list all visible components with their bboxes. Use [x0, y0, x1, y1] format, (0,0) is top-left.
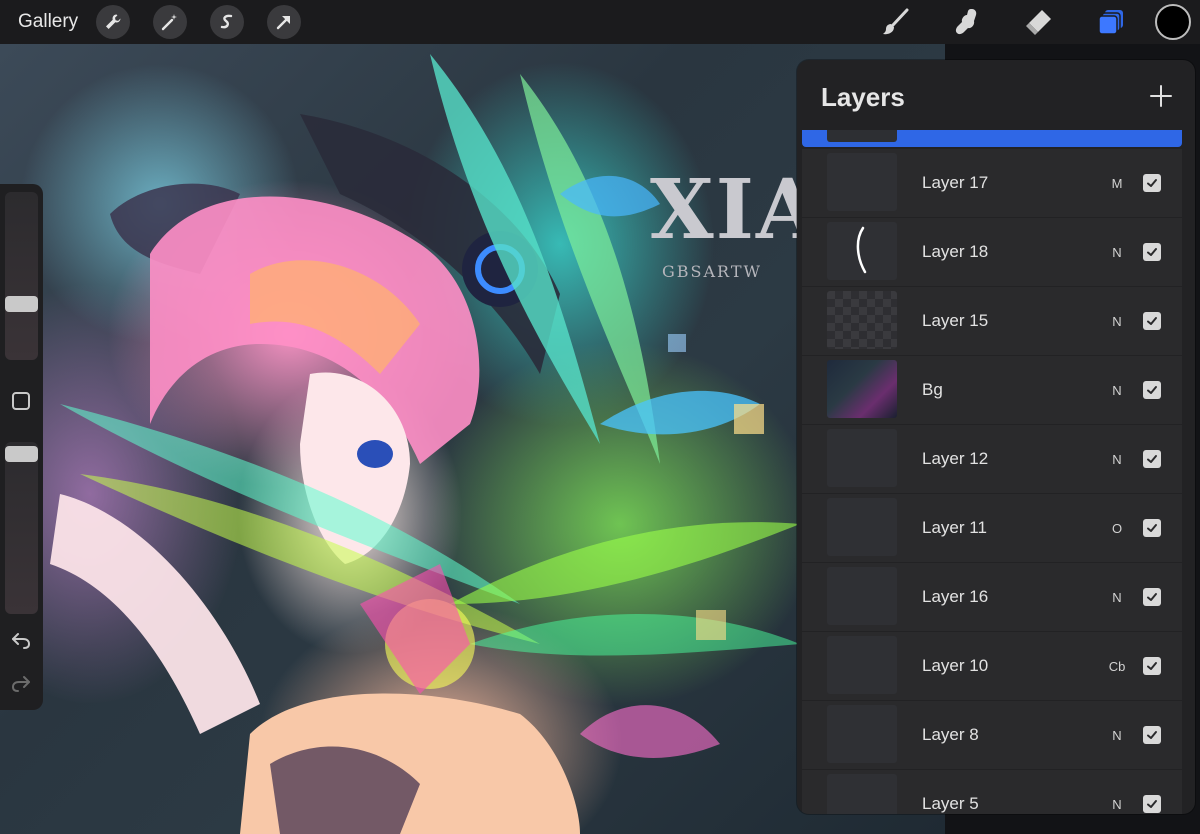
layer-row[interactable]: Layer 11 O [802, 494, 1182, 562]
artwork-watermark: XIA [650, 162, 822, 258]
checkmark-icon [1147, 524, 1157, 532]
actions-wrench-button[interactable] [96, 5, 131, 39]
layer-thumbnail [827, 360, 897, 418]
layer-thumbnail [827, 567, 897, 625]
layer-row[interactable]: Layer 12 N [802, 425, 1182, 493]
layer-blend-mode-button[interactable]: N [1107, 797, 1127, 812]
layer-blend-mode-button[interactable]: Cb [1107, 659, 1127, 674]
checkmark-icon [1147, 386, 1157, 394]
layer-row[interactable]: Layer 15 N [802, 287, 1182, 355]
checkmark-icon [1147, 662, 1157, 670]
layers-icon [1098, 10, 1123, 35]
transform-arrow-icon [276, 16, 291, 30]
checkmark-icon [1147, 593, 1157, 601]
magic-wand-icon [161, 14, 178, 31]
layer-blend-mode-button[interactable]: N [1107, 383, 1127, 398]
layer-name: Layer 10 [922, 656, 989, 675]
color-picker-button[interactable] [1155, 4, 1191, 40]
layer-visibility-checkbox[interactable] [1143, 588, 1161, 606]
left-sidebar [0, 184, 43, 710]
layer-visibility-checkbox[interactable] [1143, 381, 1161, 399]
layer-name: Layer 5 [922, 794, 979, 813]
checkmark-icon [1147, 248, 1157, 256]
brush-button[interactable] [875, 2, 915, 42]
layer-name: Bg [922, 380, 943, 399]
selected-layer-thumbnail [827, 130, 897, 142]
layer-blend-mode-button[interactable]: N [1107, 452, 1127, 467]
brush-size-slider[interactable] [5, 192, 38, 360]
layer-name: Layer 15 [922, 311, 989, 330]
selection-icon [220, 14, 233, 29]
right-tools [875, 0, 1200, 44]
opacity-slider[interactable] [5, 442, 38, 614]
layer-name: Layer 8 [922, 725, 979, 744]
adjustments-button[interactable] [153, 5, 188, 39]
selection-button[interactable] [210, 5, 245, 39]
layer-name: Layer 18 [922, 242, 989, 261]
checkmark-icon [1147, 179, 1157, 187]
layer-thumbnail [827, 705, 897, 763]
layer-blend-mode-button[interactable]: O [1107, 521, 1127, 536]
layer-name: Layer 12 [922, 449, 989, 468]
checkmark-icon [1147, 731, 1157, 739]
modify-button[interactable] [12, 392, 30, 410]
layer-visibility-checkbox[interactable] [1143, 174, 1161, 192]
layers-panel: Layers Layer 17 M Layer 18 N Layer 15 N Bg N Lay… [797, 60, 1195, 814]
layers-title: Layers [821, 82, 905, 112]
layer-visibility-checkbox[interactable] [1143, 726, 1161, 744]
layer-row[interactable]: Bg N [802, 356, 1182, 424]
smudge-button[interactable] [947, 2, 987, 42]
layer-row[interactable]: Layer 17 M [802, 149, 1182, 217]
layer-thumbnail [827, 222, 897, 280]
layer-thumbnail [827, 429, 897, 487]
top-toolbar: Gallery [0, 0, 1200, 44]
brush-size-thumb[interactable] [5, 296, 38, 312]
artwork-watermark-sub: GBSARTW [662, 262, 762, 281]
checkmark-icon [1147, 317, 1157, 325]
layer-visibility-checkbox[interactable] [1143, 795, 1161, 813]
layer-visibility-checkbox[interactable] [1143, 657, 1161, 675]
redo-icon[interactable] [9, 672, 33, 696]
layer-stroke-preview [856, 226, 867, 274]
layer-blend-mode-button[interactable]: N [1107, 590, 1127, 605]
layer-blend-mode-button[interactable]: N [1107, 314, 1127, 329]
layer-visibility-checkbox[interactable] [1143, 450, 1161, 468]
layer-visibility-checkbox[interactable] [1143, 312, 1161, 330]
undo-icon[interactable] [9, 629, 33, 653]
layer-thumbnail [827, 774, 897, 814]
layer-row[interactable]: Layer 8 N [802, 701, 1182, 769]
layer-row[interactable]: Layer 10 Cb [802, 632, 1182, 700]
layer-row[interactable]: Layer 5 N [802, 770, 1182, 814]
brush-icon [883, 8, 909, 35]
layer-visibility-checkbox[interactable] [1143, 519, 1161, 537]
wrench-icon [106, 14, 121, 29]
layer-name: Layer 11 [922, 518, 987, 537]
layer-blend-mode-button[interactable]: M [1107, 176, 1127, 191]
checkmark-icon [1147, 800, 1157, 808]
add-layer-icon[interactable] [1149, 84, 1173, 108]
layer-row[interactable]: Layer 18 N [802, 218, 1182, 286]
layer-visibility-checkbox[interactable] [1143, 243, 1161, 261]
eraser-icon [1026, 10, 1051, 35]
smudge-icon [955, 9, 977, 35]
layer-blend-mode-button[interactable]: N [1107, 245, 1127, 260]
transform-button[interactable] [267, 5, 302, 39]
layer-thumbnail [827, 636, 897, 694]
opacity-thumb[interactable] [5, 446, 38, 462]
layer-name: Layer 17 [922, 173, 989, 192]
checkmark-icon [1147, 455, 1157, 463]
layer-thumbnail [827, 291, 897, 349]
layer-blend-mode-button[interactable]: N [1107, 728, 1127, 743]
layer-row[interactable]: Layer 16 N [802, 563, 1182, 631]
layer-name: Layer 16 [922, 587, 989, 606]
layer-thumbnail [827, 153, 897, 211]
eraser-button[interactable] [1019, 2, 1059, 42]
layers-button[interactable] [1091, 2, 1131, 42]
layer-thumbnail [827, 498, 897, 556]
gallery-button[interactable]: Gallery [18, 11, 78, 33]
